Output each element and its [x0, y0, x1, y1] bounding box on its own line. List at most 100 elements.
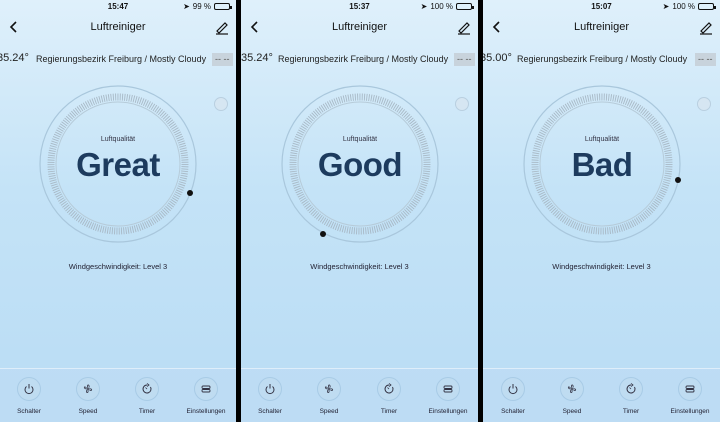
weather-location: Regierungsbezirk Freiburg / Mostly Cloud…	[517, 54, 688, 64]
tab-circle	[560, 377, 584, 401]
tab-label: Schalter	[501, 408, 525, 415]
power-icon	[265, 384, 275, 395]
air-quality-label: Luftqualität	[584, 136, 620, 143]
tab-label: Speed	[78, 408, 98, 415]
power-icon	[24, 384, 34, 395]
nav-bar: Luftreiniger	[483, 14, 720, 42]
tab-speed[interactable]: Speed	[63, 377, 113, 415]
wind-speed-text: Windgeschwindigkeit: Level 3	[310, 262, 409, 271]
tab-circle	[194, 377, 218, 401]
info-icon[interactable]	[697, 97, 711, 111]
fan-icon	[567, 384, 577, 394]
tab-label: Einstellungen	[670, 408, 710, 415]
status-bar: 15:47 ➤ 99 %	[0, 0, 236, 14]
timer-icon	[626, 383, 636, 394]
tab-schalter[interactable]: Schalter	[245, 377, 295, 415]
weather-placeholder: -- --	[212, 53, 233, 66]
tab-timer[interactable]: Timer	[606, 377, 656, 415]
settings-icon	[443, 385, 453, 393]
battery-icon	[214, 3, 232, 10]
tab-schalter[interactable]: Schalter	[488, 377, 538, 415]
weather-location: Regierungsbezirk Freiburg / Mostly Cloud…	[36, 54, 207, 64]
dial-indicator[interactable]	[187, 190, 193, 196]
bottom-tab-bar: Schalter Speed Timer Einstellungen	[0, 368, 236, 422]
settings-icon	[685, 385, 695, 393]
battery-percent: 100 %	[672, 2, 695, 11]
fan-icon	[83, 384, 93, 394]
tab-einstellungen[interactable]: Einstellungen	[423, 377, 473, 415]
tab-label: Schalter	[258, 408, 282, 415]
tab-circle	[436, 377, 460, 401]
info-icon[interactable]	[214, 97, 228, 111]
tab-label: Speed	[319, 408, 339, 415]
wind-speed-text: Windgeschwindigkeit: Level 3	[552, 262, 651, 271]
phone-screen-1: 15:47 ➤ 99 % Luftreiniger 35.24° Regieru…	[0, 0, 236, 422]
tab-circle	[619, 377, 643, 401]
tab-schalter[interactable]: Schalter	[4, 377, 54, 415]
tab-einstellungen[interactable]: Einstellungen	[665, 377, 715, 415]
status-bar: 15:07 ➤ 100 %	[483, 0, 720, 14]
weather-location: Regierungsbezirk Freiburg / Mostly Cloud…	[278, 54, 449, 64]
tab-label: Schalter	[17, 408, 41, 415]
edit-icon[interactable]	[698, 19, 714, 35]
battery-percent: 100 %	[430, 2, 453, 11]
air-quality-dial: Luftqualität Bad	[522, 84, 682, 244]
tab-timer[interactable]: Timer	[122, 377, 172, 415]
tab-label: Timer	[138, 408, 156, 415]
tab-circle	[135, 377, 159, 401]
battery-percent: 99 %	[192, 2, 211, 11]
temperature: 35.24°	[241, 52, 273, 64]
tab-label: Speed	[562, 408, 582, 415]
phone-screen-3: 15:07 ➤ 100 % Luftreiniger 35.00° Regier…	[483, 0, 720, 422]
timer-icon	[384, 383, 394, 394]
bottom-tab-bar: Schalter Speed Timer Einstellungen	[483, 368, 720, 422]
battery-icon	[456, 3, 474, 10]
weather-row: 35.00° Regierungsbezirk Freiburg / Mostl…	[483, 52, 720, 67]
nav-bar: Luftreiniger	[0, 14, 236, 42]
tab-circle	[501, 377, 525, 401]
bottom-tab-bar: Schalter Speed Timer Einstellungen	[241, 368, 478, 422]
location-arrow-icon: ➤	[662, 2, 670, 11]
phone-screen-2: 15:37 ➤ 100 % Luftreiniger 35.24° Regier…	[241, 0, 478, 422]
tab-speed[interactable]: Speed	[547, 377, 597, 415]
dial-indicator[interactable]	[320, 231, 326, 237]
page-title: Luftreiniger	[331, 21, 388, 33]
tab-circle	[76, 377, 100, 401]
temperature: 35.24°	[0, 52, 29, 64]
air-quality-value: Bad	[571, 146, 633, 183]
battery-icon	[698, 3, 716, 10]
edit-icon[interactable]	[456, 19, 472, 35]
info-icon[interactable]	[455, 97, 469, 111]
tab-label: Einstellungen	[186, 408, 226, 415]
status-bar: 15:37 ➤ 100 %	[241, 0, 478, 14]
tab-timer[interactable]: Timer	[364, 377, 414, 415]
air-quality-dial: Luftqualität Good	[280, 84, 440, 244]
tab-speed[interactable]: Speed	[304, 377, 354, 415]
screens-container: 15:47 ➤ 99 % Luftreiniger 35.24° Regieru…	[0, 0, 720, 422]
location-arrow-icon: ➤	[183, 2, 190, 11]
tab-circle	[17, 377, 41, 401]
weather-placeholder: -- --	[454, 53, 475, 66]
page-title: Luftreiniger	[573, 21, 630, 33]
tab-circle	[678, 377, 702, 401]
air-quality-value: Great	[76, 146, 160, 183]
wind-speed-text: Windgeschwindigkeit: Level 3	[68, 262, 168, 271]
status-right: ➤ 100 %	[420, 2, 474, 11]
air-quality-value: Good	[317, 146, 403, 183]
settings-icon	[201, 385, 211, 393]
tab-circle	[317, 377, 341, 401]
tab-circle	[258, 377, 282, 401]
air-quality-label: Luftqualität	[342, 136, 378, 143]
power-icon	[508, 384, 518, 395]
location-arrow-icon: ➤	[420, 2, 428, 11]
air-quality-dial: Luftqualität Great	[38, 84, 198, 244]
fan-icon	[324, 384, 334, 394]
tab-label: Einstellungen	[428, 408, 468, 415]
nav-bar: Luftreiniger	[241, 14, 478, 42]
tab-label: Timer	[380, 408, 398, 415]
edit-icon[interactable]	[214, 19, 230, 35]
status-right: ➤ 100 %	[662, 2, 716, 11]
weather-row: 35.24° Regierungsbezirk Freiburg / Mostl…	[0, 52, 236, 67]
tab-einstellungen[interactable]: Einstellungen	[181, 377, 231, 415]
weather-placeholder: -- --	[695, 53, 716, 66]
